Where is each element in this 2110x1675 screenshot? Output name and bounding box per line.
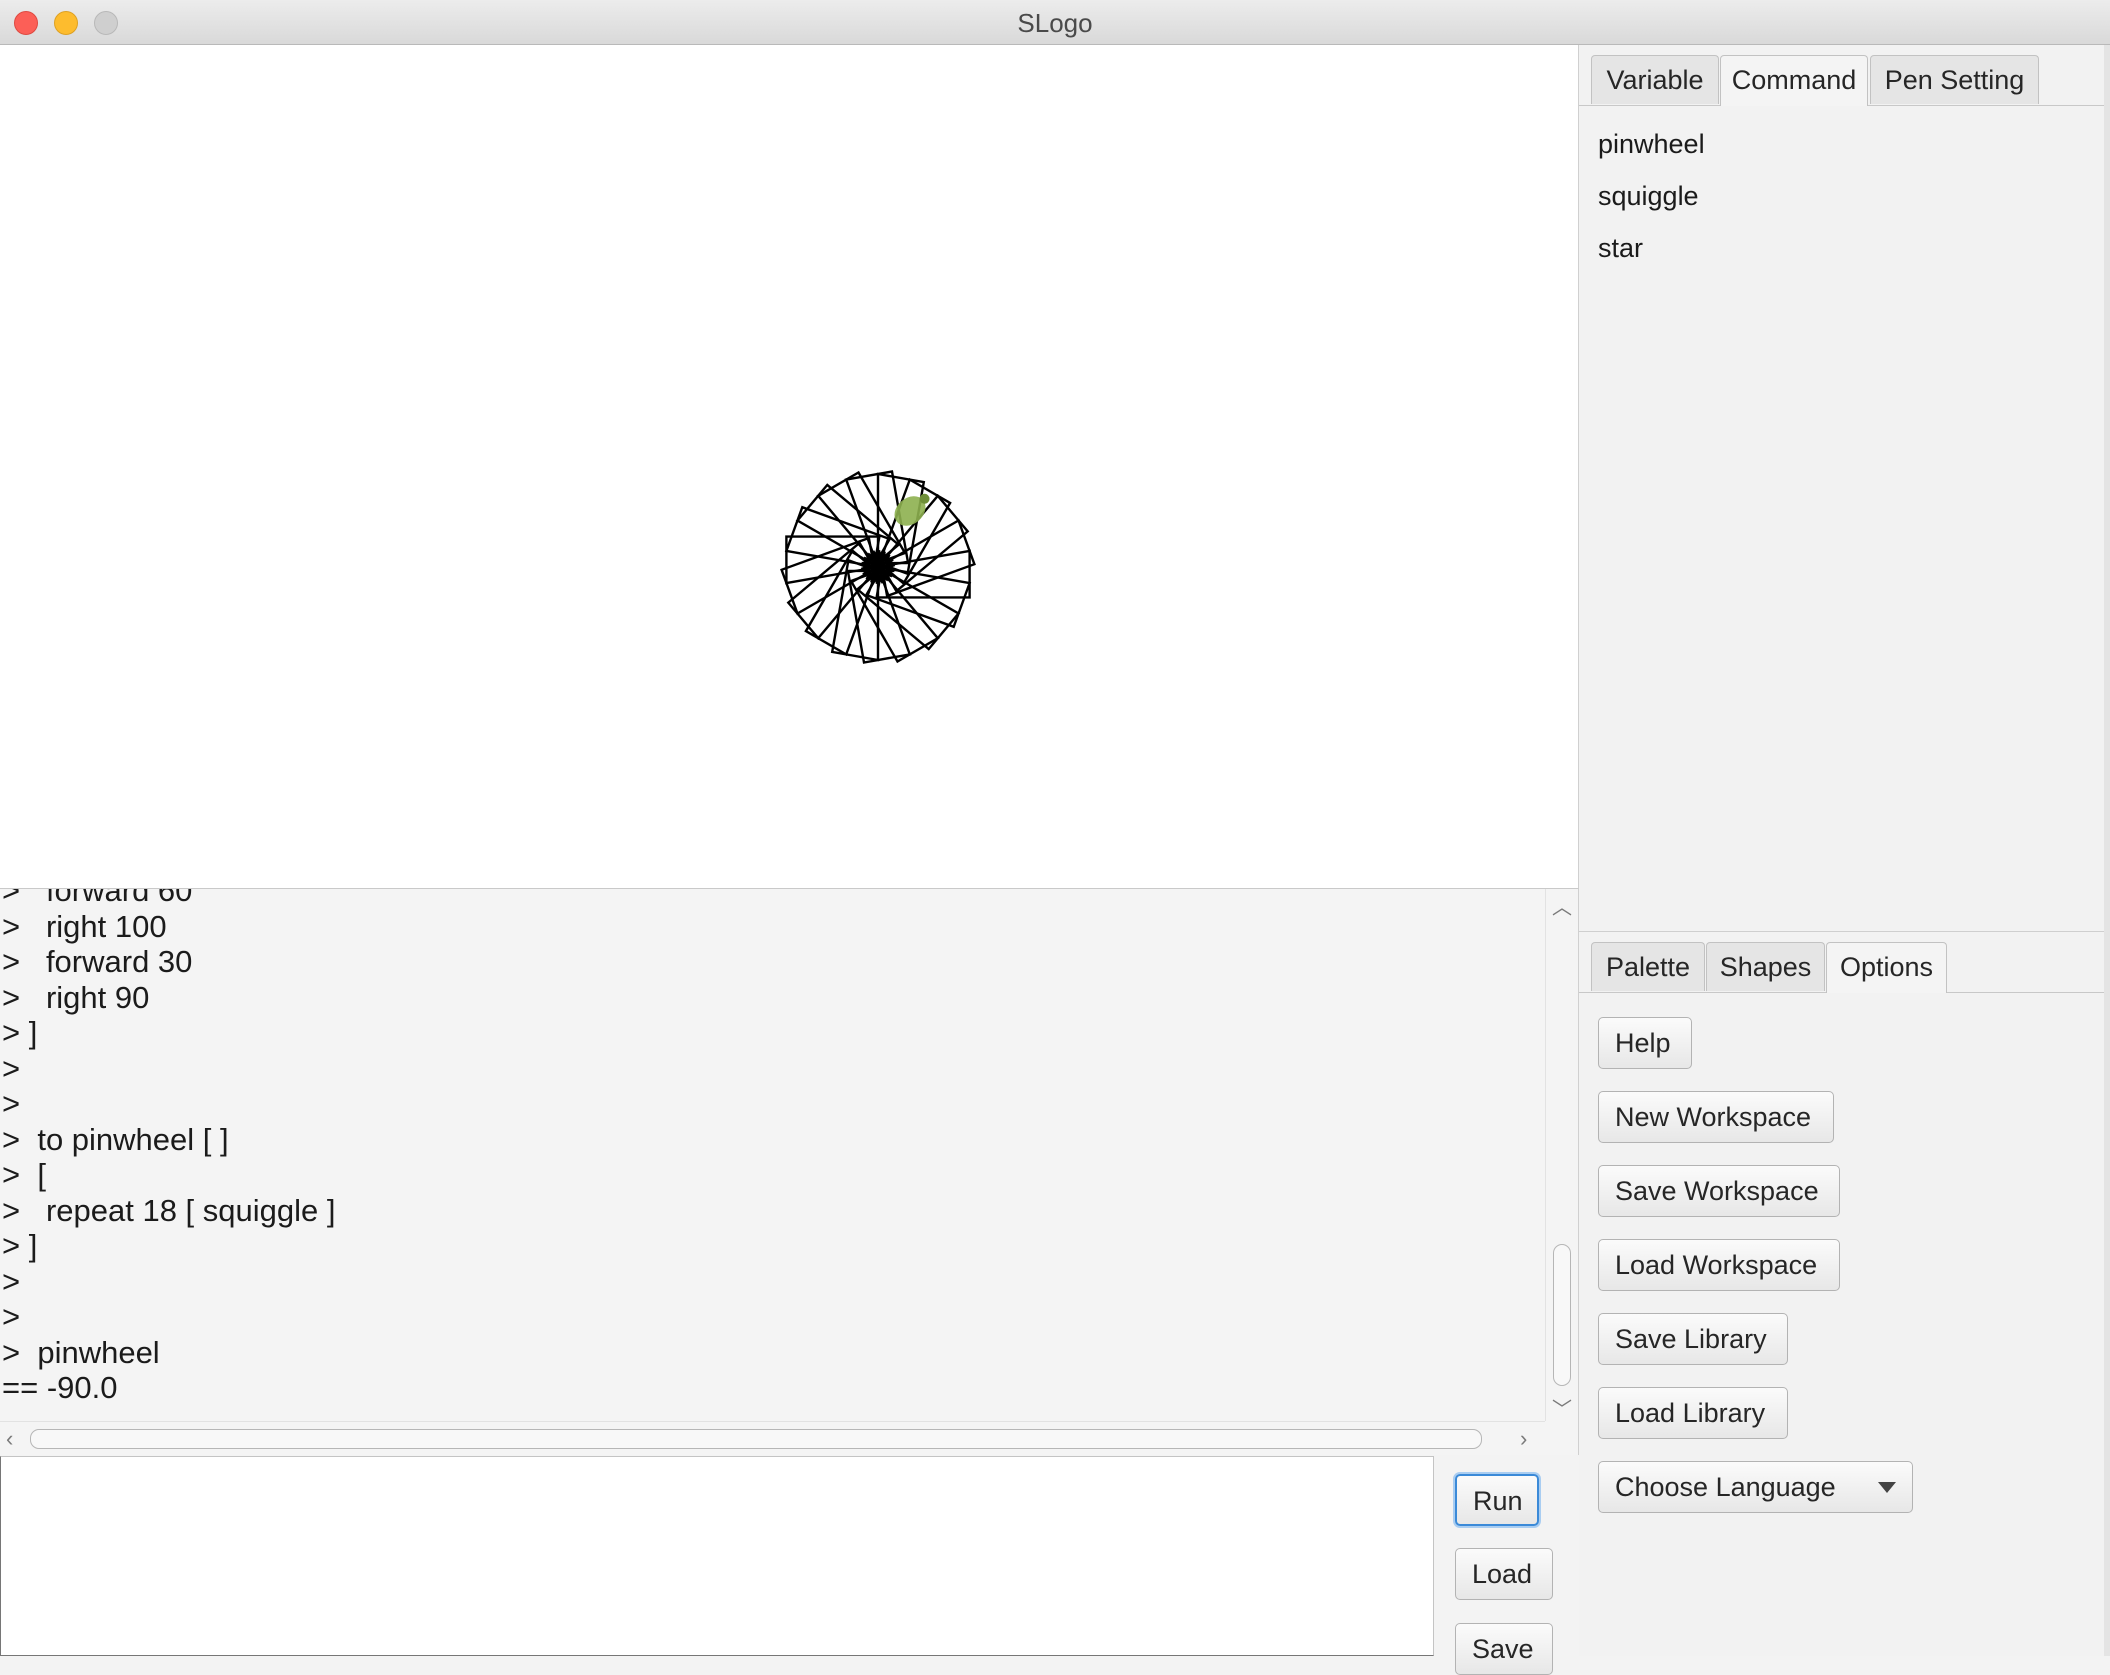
tab-variable[interactable]: Variable: [1591, 55, 1719, 104]
save-button[interactable]: Save: [1455, 1623, 1553, 1675]
window-title: SLogo: [1017, 8, 1093, 38]
language-select-label: Choose Language: [1615, 1472, 1836, 1502]
chevron-down-icon: [1878, 1482, 1896, 1493]
scrollbar-thumb[interactable]: [1553, 1244, 1571, 1386]
console-horizontal-scrollbar[interactable]: ‹ ›: [0, 1421, 1545, 1455]
console-line: > pinwheel: [2, 1334, 160, 1370]
window-title-bar: SLogo: [0, 0, 2110, 45]
run-button[interactable]: Run: [1455, 1474, 1539, 1526]
info-tab-bar: Variable Command Pen Setting: [1579, 55, 2110, 106]
tab-palette[interactable]: Palette: [1591, 942, 1705, 991]
console-line: > to pinwheel [ ]: [2, 1121, 229, 1157]
scroll-down-icon[interactable]: ﹀: [1552, 1393, 1572, 1422]
console-line: >: [2, 1086, 21, 1121]
console-line: > repeat 18 [ squiggle ]: [2, 1192, 336, 1228]
settings-tab-bar: Palette Shapes Options: [1579, 942, 2110, 993]
console-line: > right 100: [2, 908, 167, 944]
console-line: > forward 60: [2, 888, 193, 908]
language-select[interactable]: Choose Language: [1598, 1461, 1913, 1513]
new-workspace-button[interactable]: New Workspace: [1598, 1091, 1834, 1143]
tab-pen-setting[interactable]: Pen Setting: [1870, 55, 2039, 104]
tab-options[interactable]: Options: [1826, 942, 1947, 993]
console-line: > forward 30: [2, 944, 193, 979]
tab-shapes[interactable]: Shapes: [1706, 942, 1825, 991]
console-line: > [: [2, 1157, 46, 1192]
save-library-button[interactable]: Save Library: [1598, 1313, 1788, 1365]
scroll-left-icon[interactable]: ‹: [6, 1426, 13, 1452]
console-line: >: [2, 1263, 21, 1299]
turtle-drawing: [780, 470, 976, 664]
console-line: >: [2, 1299, 21, 1334]
command-list-item[interactable]: star: [1598, 233, 1643, 264]
load-button[interactable]: Load: [1455, 1548, 1553, 1600]
console-line: == -90.0: [2, 1370, 118, 1405]
window-edge: [2104, 45, 2110, 1656]
turtle-canvas[interactable]: [0, 45, 1579, 888]
command-list-item[interactable]: squiggle: [1598, 181, 1699, 212]
pinwheel-drawing: [780, 470, 976, 664]
help-button[interactable]: Help: [1598, 1017, 1692, 1069]
command-list-item[interactable]: pinwheel: [1598, 129, 1705, 160]
console-vertical-scrollbar[interactable]: ︿ ﹀: [1545, 889, 1578, 1421]
console-line: > right 90: [2, 979, 150, 1015]
console-history: > forward 60 > right 100 > forward 30 > rig…: [2, 888, 1542, 1406]
console-line: > ]: [2, 1228, 38, 1263]
console-line: >: [2, 1050, 21, 1086]
tab-command[interactable]: Command: [1720, 55, 1868, 106]
command-input[interactable]: [0, 1456, 1434, 1656]
settings-panel: Palette Shapes Options Help New Workspac…: [1579, 932, 2110, 1656]
save-workspace-button[interactable]: Save Workspace: [1598, 1165, 1840, 1217]
info-panel: Variable Command Pen Setting pinwheel sq…: [1579, 45, 2110, 932]
scrollbar-thumb[interactable]: [30, 1429, 1482, 1449]
load-workspace-button[interactable]: Load Workspace: [1598, 1239, 1840, 1291]
scroll-up-icon[interactable]: ︿: [1552, 891, 1572, 920]
console-output[interactable]: > forward 60 > right 100 > forward 30 > rig…: [0, 888, 1579, 1455]
console-line: > ]: [2, 1015, 38, 1050]
scroll-right-icon[interactable]: ›: [1520, 1426, 1527, 1452]
load-library-button[interactable]: Load Library: [1598, 1387, 1788, 1439]
